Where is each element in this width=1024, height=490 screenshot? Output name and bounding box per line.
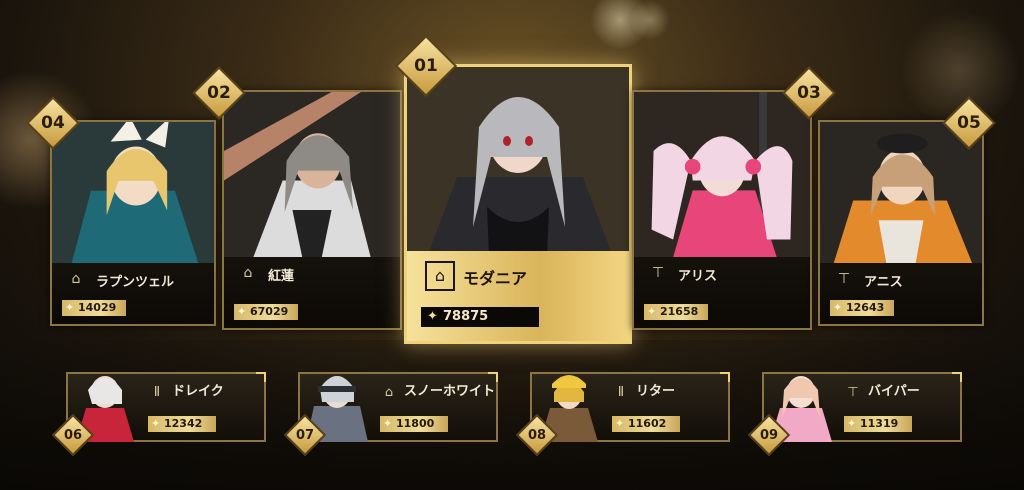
featured-character-card[interactable]: ⌂ モダニア 78875 bbox=[404, 64, 632, 344]
character-name: リター bbox=[636, 384, 676, 399]
character-card-06[interactable]: Ⅱ ドレイク 12342 bbox=[66, 372, 266, 442]
power-value: 12643 bbox=[830, 300, 895, 316]
character-portrait bbox=[634, 92, 810, 258]
character-portrait bbox=[224, 92, 400, 258]
frame-corner bbox=[952, 372, 962, 382]
character-card-07[interactable]: ⌂ スノーホワイト 11800 bbox=[298, 372, 498, 442]
supporter-icon: Ⅱ bbox=[617, 385, 625, 400]
frame-corner bbox=[720, 372, 730, 382]
character-card-05[interactable]: ⊤ アニス 12643 bbox=[818, 120, 984, 326]
character-card-02[interactable]: ⌂ 紅蓮 67029 bbox=[222, 90, 402, 330]
character-card-08[interactable]: Ⅱ リター 11602 bbox=[530, 372, 730, 442]
power-value: 11800 bbox=[380, 416, 449, 432]
attacker-icon: ⌂ bbox=[384, 385, 394, 400]
attacker-icon: ⌂ bbox=[243, 265, 253, 282]
character-name: バイパー bbox=[868, 384, 920, 399]
character-portrait bbox=[52, 122, 214, 264]
light-bokeh bbox=[630, 0, 670, 40]
character-name: アリス bbox=[678, 269, 718, 285]
power-value: 11602 bbox=[612, 416, 681, 432]
tank-icon: ⊤ bbox=[847, 385, 859, 400]
character-portrait bbox=[820, 122, 982, 264]
character-name: ラプンツェル bbox=[96, 275, 175, 291]
character-card-03[interactable]: ⊤ アリス 21658 bbox=[632, 90, 812, 330]
power-value: 78875 bbox=[421, 307, 539, 327]
character-name: 紅蓮 bbox=[268, 269, 295, 285]
power-value: 21658 bbox=[644, 304, 709, 320]
frame-corner bbox=[256, 372, 266, 382]
character-name: スノーホワイト bbox=[404, 384, 496, 399]
character-name: ドレイク bbox=[172, 384, 224, 399]
attacker-icon: ⌂ bbox=[425, 261, 455, 291]
attacker-icon: ⌂ bbox=[71, 271, 81, 288]
power-value: 67029 bbox=[234, 304, 299, 320]
character-name: アニス bbox=[864, 275, 903, 291]
character-name: モダニア bbox=[463, 269, 528, 288]
tank-icon: ⊤ bbox=[837, 271, 851, 288]
power-value: 12342 bbox=[148, 416, 217, 432]
light-bokeh bbox=[590, 0, 650, 50]
tank-icon: ⊤ bbox=[651, 265, 665, 282]
character-portrait bbox=[407, 67, 629, 257]
frame-corner bbox=[488, 372, 498, 382]
supporter-icon: Ⅱ bbox=[153, 385, 161, 400]
character-card-09[interactable]: ⊤ バイパー 11319 bbox=[762, 372, 962, 442]
power-value: 14029 bbox=[62, 300, 127, 316]
power-value: 11319 bbox=[844, 416, 913, 432]
character-card-04[interactable]: ⌂ ラプンツェル 14029 bbox=[50, 120, 216, 326]
